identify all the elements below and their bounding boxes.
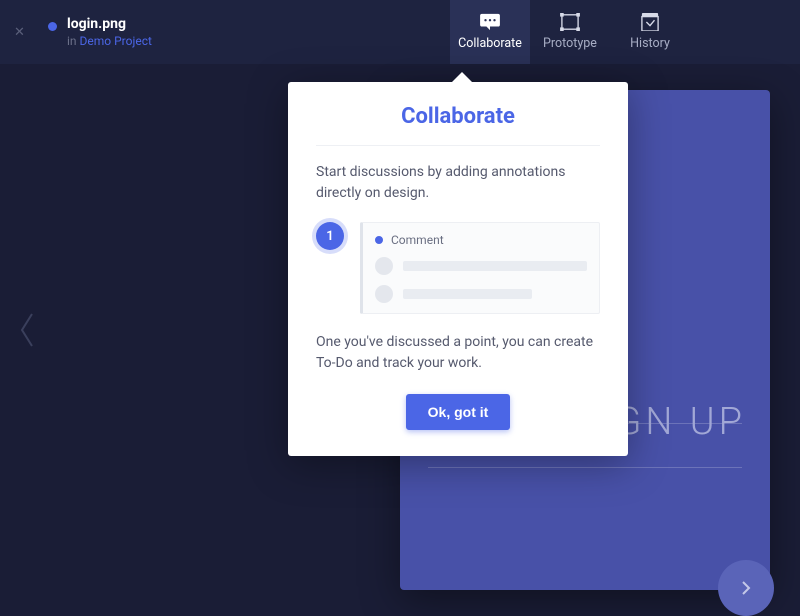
text-placeholder — [403, 289, 532, 299]
annotation-example: 1 Comment — [316, 222, 600, 314]
annotation-type-label: Comment — [391, 233, 444, 247]
annotation-pin-icon: 1 — [316, 222, 344, 250]
chat-bubble-icon — [479, 13, 501, 31]
popover-follow-text: One you've discussed a point, you can cr… — [316, 332, 600, 374]
project-link[interactable]: Demo Project — [80, 34, 152, 48]
ok-got-it-button[interactable]: Ok, got it — [406, 394, 511, 430]
tab-history[interactable]: History — [610, 0, 690, 64]
popover-title: Collaborate — [316, 104, 600, 146]
tab-prototype[interactable]: Prototype — [530, 0, 610, 64]
canvas-stage: SIGN UP Email Password Collaborate Start… — [0, 64, 800, 600]
tab-collaborate[interactable]: Collaborate — [450, 0, 530, 64]
tab-label: Collaborate — [458, 36, 522, 51]
previous-arrow-icon[interactable] — [16, 310, 38, 354]
annotation-placeholder-row — [375, 257, 587, 275]
top-bar: ✕ login.png in Demo Project Collaborate … — [0, 0, 800, 64]
file-info: login.png in Demo Project — [48, 16, 152, 48]
annotation-card-header: Comment — [375, 233, 587, 247]
close-icon[interactable]: ✕ — [14, 25, 34, 40]
avatar-placeholder-icon — [375, 285, 393, 303]
annotation-placeholder-row — [375, 285, 587, 303]
mode-tabs: Collaborate Prototype History — [450, 0, 690, 64]
chevron-right-icon — [737, 579, 755, 597]
status-dot-icon — [375, 236, 383, 244]
text-placeholder — [403, 261, 587, 271]
file-name: login.png — [67, 16, 152, 32]
avatar-placeholder-icon — [375, 257, 393, 275]
popover-lead: Start discussions by adding annotations … — [316, 162, 600, 204]
tab-label: History — [630, 36, 670, 51]
bounding-box-icon — [559, 13, 581, 31]
annotation-card: Comment — [360, 222, 600, 314]
submit-circle-button — [718, 560, 774, 616]
file-status-dot-icon — [48, 22, 57, 31]
history-icon — [639, 13, 661, 31]
project-line: in Demo Project — [67, 34, 152, 48]
tab-label: Prototype — [543, 36, 597, 51]
onboarding-popover: Collaborate Start discussions by adding … — [288, 82, 628, 456]
